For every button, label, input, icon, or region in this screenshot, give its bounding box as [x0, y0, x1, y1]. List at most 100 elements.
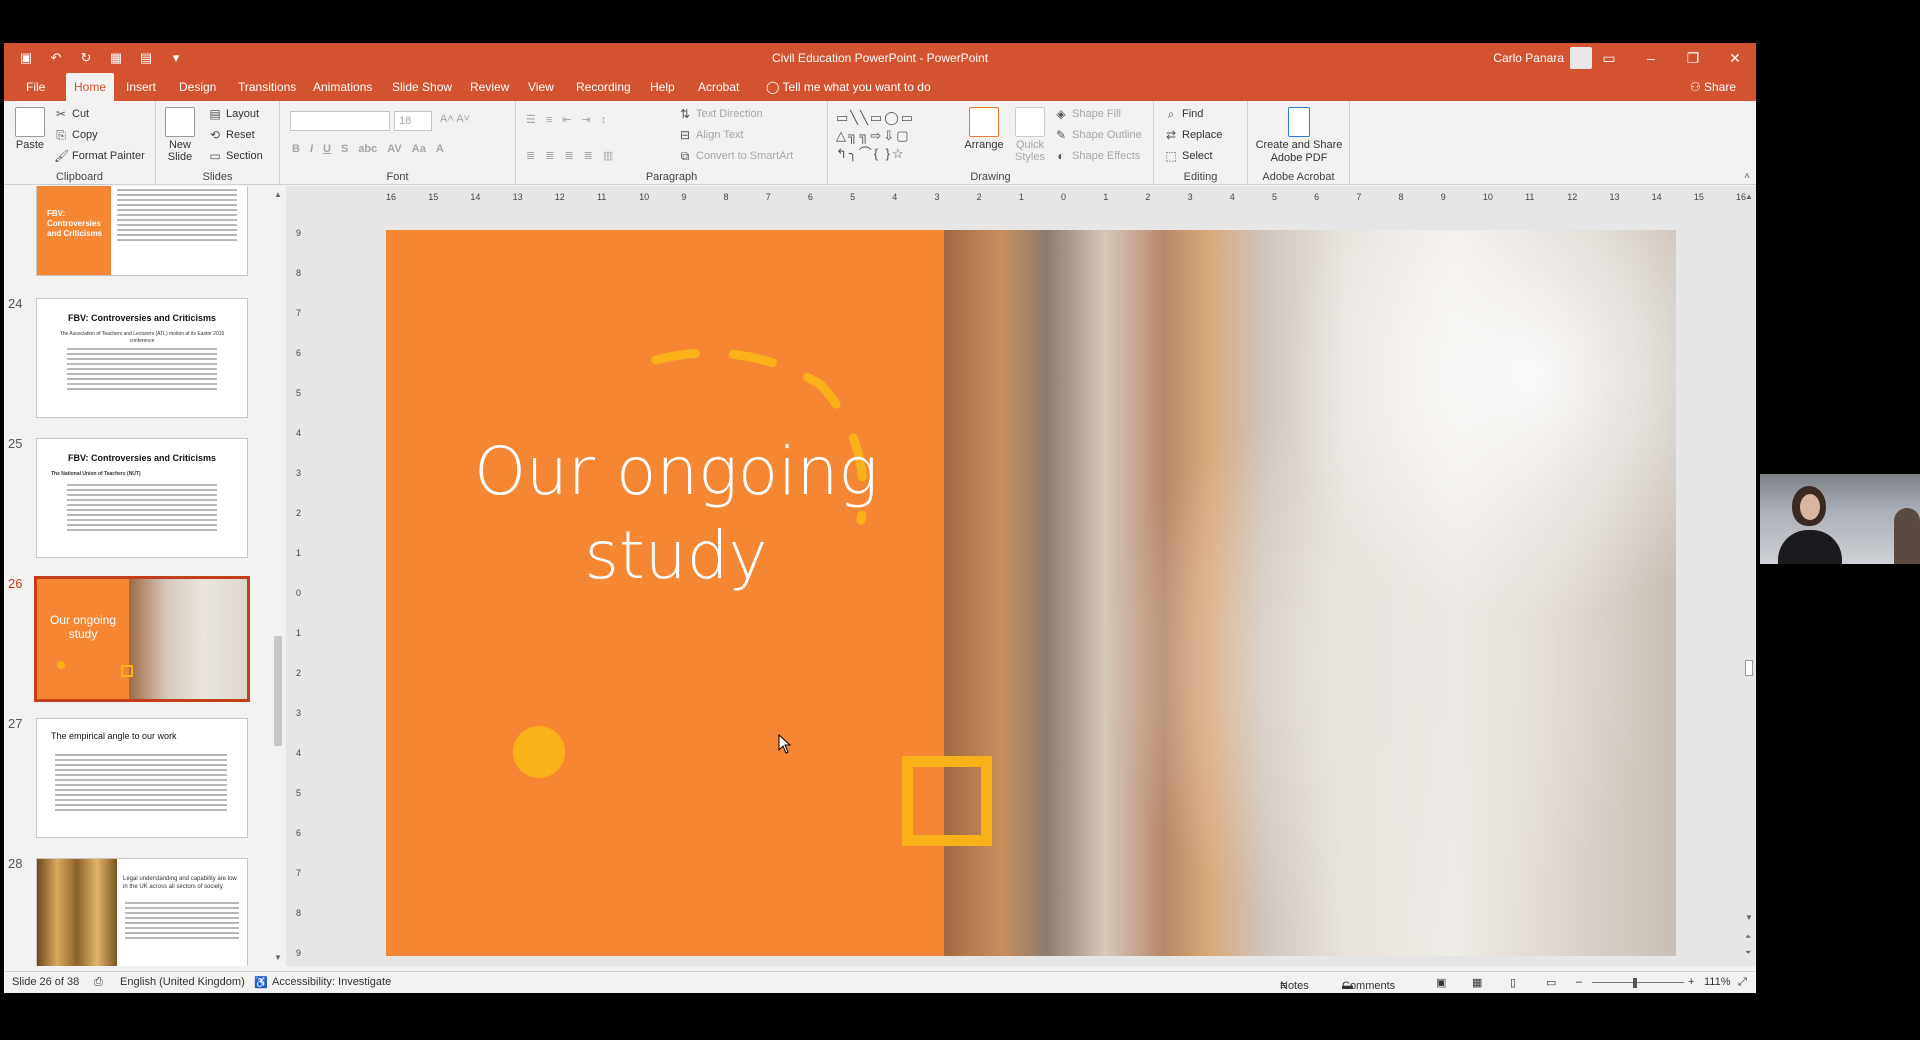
- fit-to-window-icon[interactable]: ⤢: [1738, 976, 1747, 989]
- tab-home[interactable]: Home: [66, 73, 115, 101]
- shape-effects-button[interactable]: ◐ Shape Effects: [1054, 149, 1140, 163]
- section-button[interactable]: ▭ Section: [208, 149, 262, 163]
- shape-fill-button[interactable]: ◈ Shape Fill: [1054, 107, 1121, 121]
- thumbnail-slide-25[interactable]: FBV: Controversies and Criticisms The Na…: [36, 438, 248, 558]
- arrange-button[interactable]: Arrange: [962, 107, 1006, 151]
- find-button[interactable]: ⌕ Find: [1164, 107, 1204, 121]
- copy-icon: ⎘: [56, 128, 66, 142]
- tab-slide-show[interactable]: Slide Show: [384, 73, 460, 101]
- align-center-icon[interactable]: ≣: [545, 149, 554, 162]
- layout-button[interactable]: ▤ Layout: [208, 107, 259, 121]
- ruler-tick-label: 4: [892, 192, 898, 202]
- thumbnail-slide-26[interactable]: Our ongoing study: [34, 576, 250, 702]
- yellow-circle[interactable]: [513, 726, 565, 778]
- share-button[interactable]: ⚇ Share: [1690, 80, 1736, 94]
- previous-slide-icon[interactable]: ⏶: [1745, 932, 1751, 942]
- zoom-slider-thumb[interactable]: [1633, 978, 1637, 988]
- cut-button[interactable]: ✂ Cut: [54, 107, 89, 121]
- spell-check-icon[interactable]: ⎙: [94, 976, 103, 989]
- scroll-down-icon[interactable]: ▼: [274, 953, 282, 962]
- next-slide-icon[interactable]: ⏷: [1745, 948, 1751, 958]
- outdent-icon[interactable]: ⇥: [582, 113, 591, 126]
- close-button[interactable]: ✕: [1714, 43, 1756, 73]
- bullets-icon[interactable]: ☰: [526, 113, 536, 126]
- collapse-ribbon-icon[interactable]: ˄: [1744, 171, 1750, 182]
- shape-outline-button[interactable]: ✎ Shape Outline: [1054, 128, 1142, 142]
- tell-me-search[interactable]: ◯ Tell me what you want to do: [758, 73, 939, 101]
- slide-number-27: 27: [8, 716, 23, 731]
- thumbnail-slide-23[interactable]: FBV: Controversies and Criticisms: [36, 186, 248, 276]
- font-name-box[interactable]: [290, 111, 390, 131]
- italic-icon[interactable]: I: [310, 143, 313, 155]
- thumbnail-slide-24[interactable]: FBV: Controversies and Criticisms The As…: [36, 298, 248, 418]
- current-slide[interactable]: Our ongoing study: [386, 230, 1676, 956]
- indent-icon[interactable]: ⇤: [562, 113, 571, 126]
- tab-help[interactable]: Help: [642, 73, 683, 101]
- change-case-icon[interactable]: Aa: [412, 143, 426, 155]
- shadow-icon[interactable]: S: [341, 143, 348, 155]
- thumbnail-slide-28[interactable]: Legal understanding and capability are l…: [36, 858, 248, 966]
- align-left-icon[interactable]: ≣: [526, 149, 535, 162]
- scroll-down-icon[interactable]: ▼: [1745, 913, 1753, 922]
- tab-file[interactable]: File: [18, 73, 53, 101]
- underline-icon[interactable]: U: [323, 143, 331, 155]
- editor-scroll-thumb[interactable]: [1745, 660, 1753, 676]
- scroll-up-icon[interactable]: ▲: [1745, 192, 1753, 201]
- font-color-icon[interactable]: A: [436, 143, 444, 155]
- thumb-text-lines: [125, 899, 239, 942]
- new-slide-button[interactable]: New Slide: [162, 107, 198, 163]
- shapes-gallery[interactable]: ▭╲╲▭◯▭ △╗╗⇨⇩▢ ↰╮⌒{ }☆: [836, 109, 956, 163]
- thumbnail-scrollbar[interactable]: ▲ ▼: [272, 186, 284, 966]
- align-right-icon[interactable]: ≣: [564, 149, 573, 162]
- zoom-in-icon[interactable]: +: [1688, 976, 1694, 988]
- paste-button[interactable]: Paste: [12, 107, 48, 151]
- tab-view[interactable]: View: [520, 73, 562, 101]
- bold-icon[interactable]: B: [292, 143, 300, 155]
- tab-insert[interactable]: Insert: [118, 73, 164, 101]
- yellow-square[interactable]: [902, 756, 992, 846]
- copy-button[interactable]: ⎘ Copy: [54, 128, 98, 142]
- justify-icon[interactable]: ≣: [584, 149, 593, 162]
- font-size-box[interactable]: 18: [394, 111, 432, 131]
- tab-acrobat[interactable]: Acrobat: [690, 73, 747, 101]
- align-buttons: ≣ ≣ ≣ ≣ ▥: [526, 149, 613, 162]
- slide-title[interactable]: Our ongoing study: [426, 430, 926, 598]
- normal-view-icon[interactable]: ▣: [1436, 976, 1446, 989]
- replace-button[interactable]: ⇄ Replace: [1164, 128, 1222, 142]
- minimize-button[interactable]: –: [1630, 43, 1672, 73]
- reading-view-icon[interactable]: ▯: [1510, 976, 1516, 989]
- select-button[interactable]: ⬚ Select: [1164, 149, 1212, 163]
- tab-design[interactable]: Design: [171, 73, 224, 101]
- reset-button[interactable]: ⟲ Reset: [208, 128, 255, 142]
- thumbnail-scroll-thumb[interactable]: [274, 636, 282, 746]
- line-spacing-icon[interactable]: ↕: [601, 114, 607, 126]
- accessibility-status[interactable]: Accessibility: Investigate: [272, 976, 391, 988]
- thumbnail-slide-27[interactable]: The empirical angle to our work: [36, 718, 248, 838]
- editor-scrollbar[interactable]: ▲ ▼ ⏶ ⏷: [1742, 186, 1756, 966]
- user-name[interactable]: Carlo Panara: [1493, 51, 1564, 65]
- format-painter-button[interactable]: 🖌 Format Painter: [54, 149, 145, 163]
- numbering-icon[interactable]: ≡: [546, 114, 552, 126]
- align-text-button[interactable]: ⊟ Align Text: [678, 128, 744, 142]
- increase-font-icon[interactable]: A˄ A˅: [440, 113, 470, 125]
- text-direction-button[interactable]: ⇅ Text Direction: [678, 107, 763, 121]
- scroll-up-icon[interactable]: ▲: [274, 190, 282, 199]
- tab-recording[interactable]: Recording: [568, 73, 639, 101]
- tab-animations[interactable]: Animations: [305, 73, 380, 101]
- ribbon-display-icon[interactable]: ▭: [1588, 43, 1630, 73]
- zoom-out-icon[interactable]: –: [1576, 976, 1582, 988]
- slideshow-icon[interactable]: ▭: [1546, 976, 1556, 989]
- tab-transitions[interactable]: Transitions: [230, 73, 304, 101]
- spacing-icon[interactable]: AV: [387, 143, 401, 155]
- slide-sorter-icon[interactable]: ▦: [1472, 976, 1482, 989]
- columns-icon[interactable]: ▥: [603, 149, 613, 162]
- zoom-level[interactable]: 111%: [1704, 976, 1731, 988]
- restore-button[interactable]: ❐: [1672, 43, 1714, 73]
- language-indicator[interactable]: English (United Kingdom): [120, 976, 245, 988]
- tab-review[interactable]: Review: [462, 73, 517, 101]
- zoom-slider[interactable]: [1592, 982, 1684, 983]
- strikethrough-icon[interactable]: abc: [358, 143, 377, 155]
- quick-styles-button[interactable]: Quick Styles: [1010, 107, 1050, 163]
- convert-smartart-button[interactable]: ⧉ Convert to SmartArt: [678, 149, 794, 163]
- create-share-pdf-button[interactable]: Create and Share Adobe PDF: [1252, 107, 1346, 165]
